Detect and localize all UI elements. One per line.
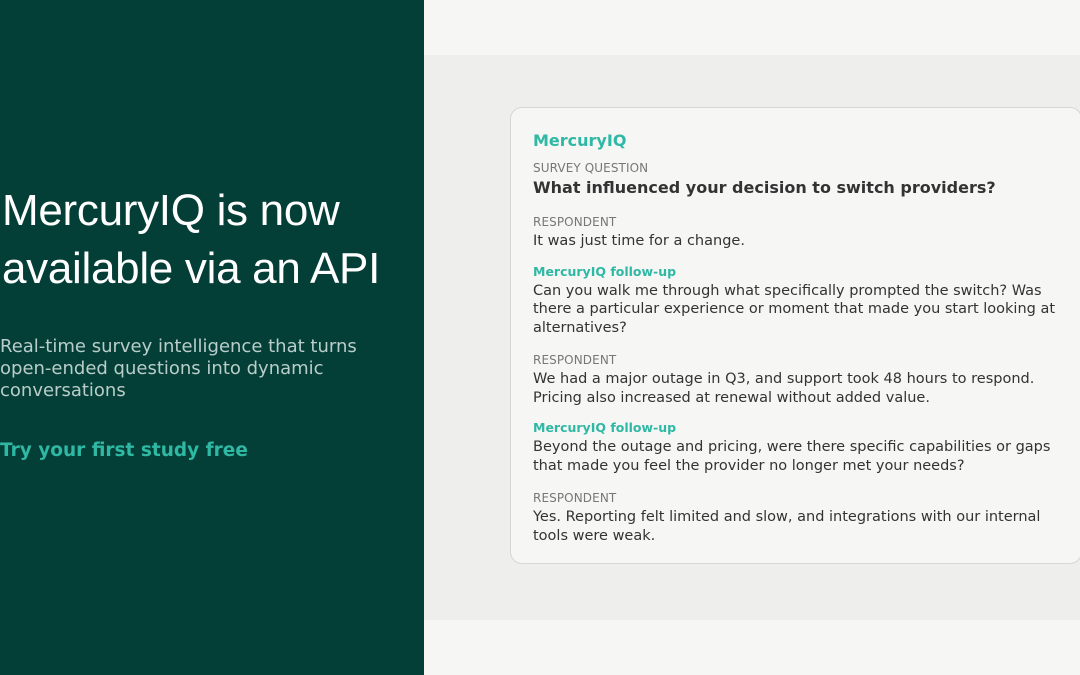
exchange-followup: MercuryIQ follow-up Can you walk me thro… — [533, 264, 1059, 338]
followup-question: Beyond the outage and pricing, were ther… — [533, 439, 1051, 474]
respondent-answer: Yes. Reporting felt limited and slow, an… — [533, 509, 1041, 544]
hero-headline: MercuryIQ is now available via an API — [2, 186, 381, 293]
respondent-answer: We had a major outage in Q3, and support… — [533, 371, 1035, 406]
hero-subtext: Real-time survey intelligence that turns… — [0, 336, 357, 401]
respondent-label: RESPONDENT — [533, 353, 617, 367]
card-brand-name: MercuryIQ — [533, 131, 627, 150]
survey-question-text: What influenced your decision to switch … — [533, 178, 996, 197]
followup-label: MercuryIQ follow-up — [533, 420, 677, 435]
exchange-respondent: RESPONDENT It was just time for a change… — [533, 214, 1059, 251]
try-free-study-link[interactable]: Try your first study free — [0, 440, 248, 461]
exchange-respondent: RESPONDENT Yes. Reporting felt limited a… — [533, 490, 1059, 545]
hero-panel: MercuryIQ is now available via an API Re… — [0, 0, 424, 675]
followup-label: MercuryIQ follow-up — [533, 263, 677, 279]
exchange-respondent: RESPONDENT We had a major outage in Q3, … — [533, 352, 1059, 407]
followup-question: Can you walk me through what specificall… — [533, 282, 1056, 336]
respondent-label: RESPONDENT — [533, 215, 617, 229]
conversation-card: MercuryIQ SURVEY QUESTION What influence… — [510, 107, 1080, 564]
exchange-followup: MercuryIQ follow-up Beyond the outage an… — [533, 420, 1059, 475]
respondent-answer: It was just time for a change. — [533, 233, 745, 249]
survey-question-label: SURVEY QUESTION — [533, 161, 649, 175]
respondent-label: RESPONDENT — [533, 491, 617, 505]
